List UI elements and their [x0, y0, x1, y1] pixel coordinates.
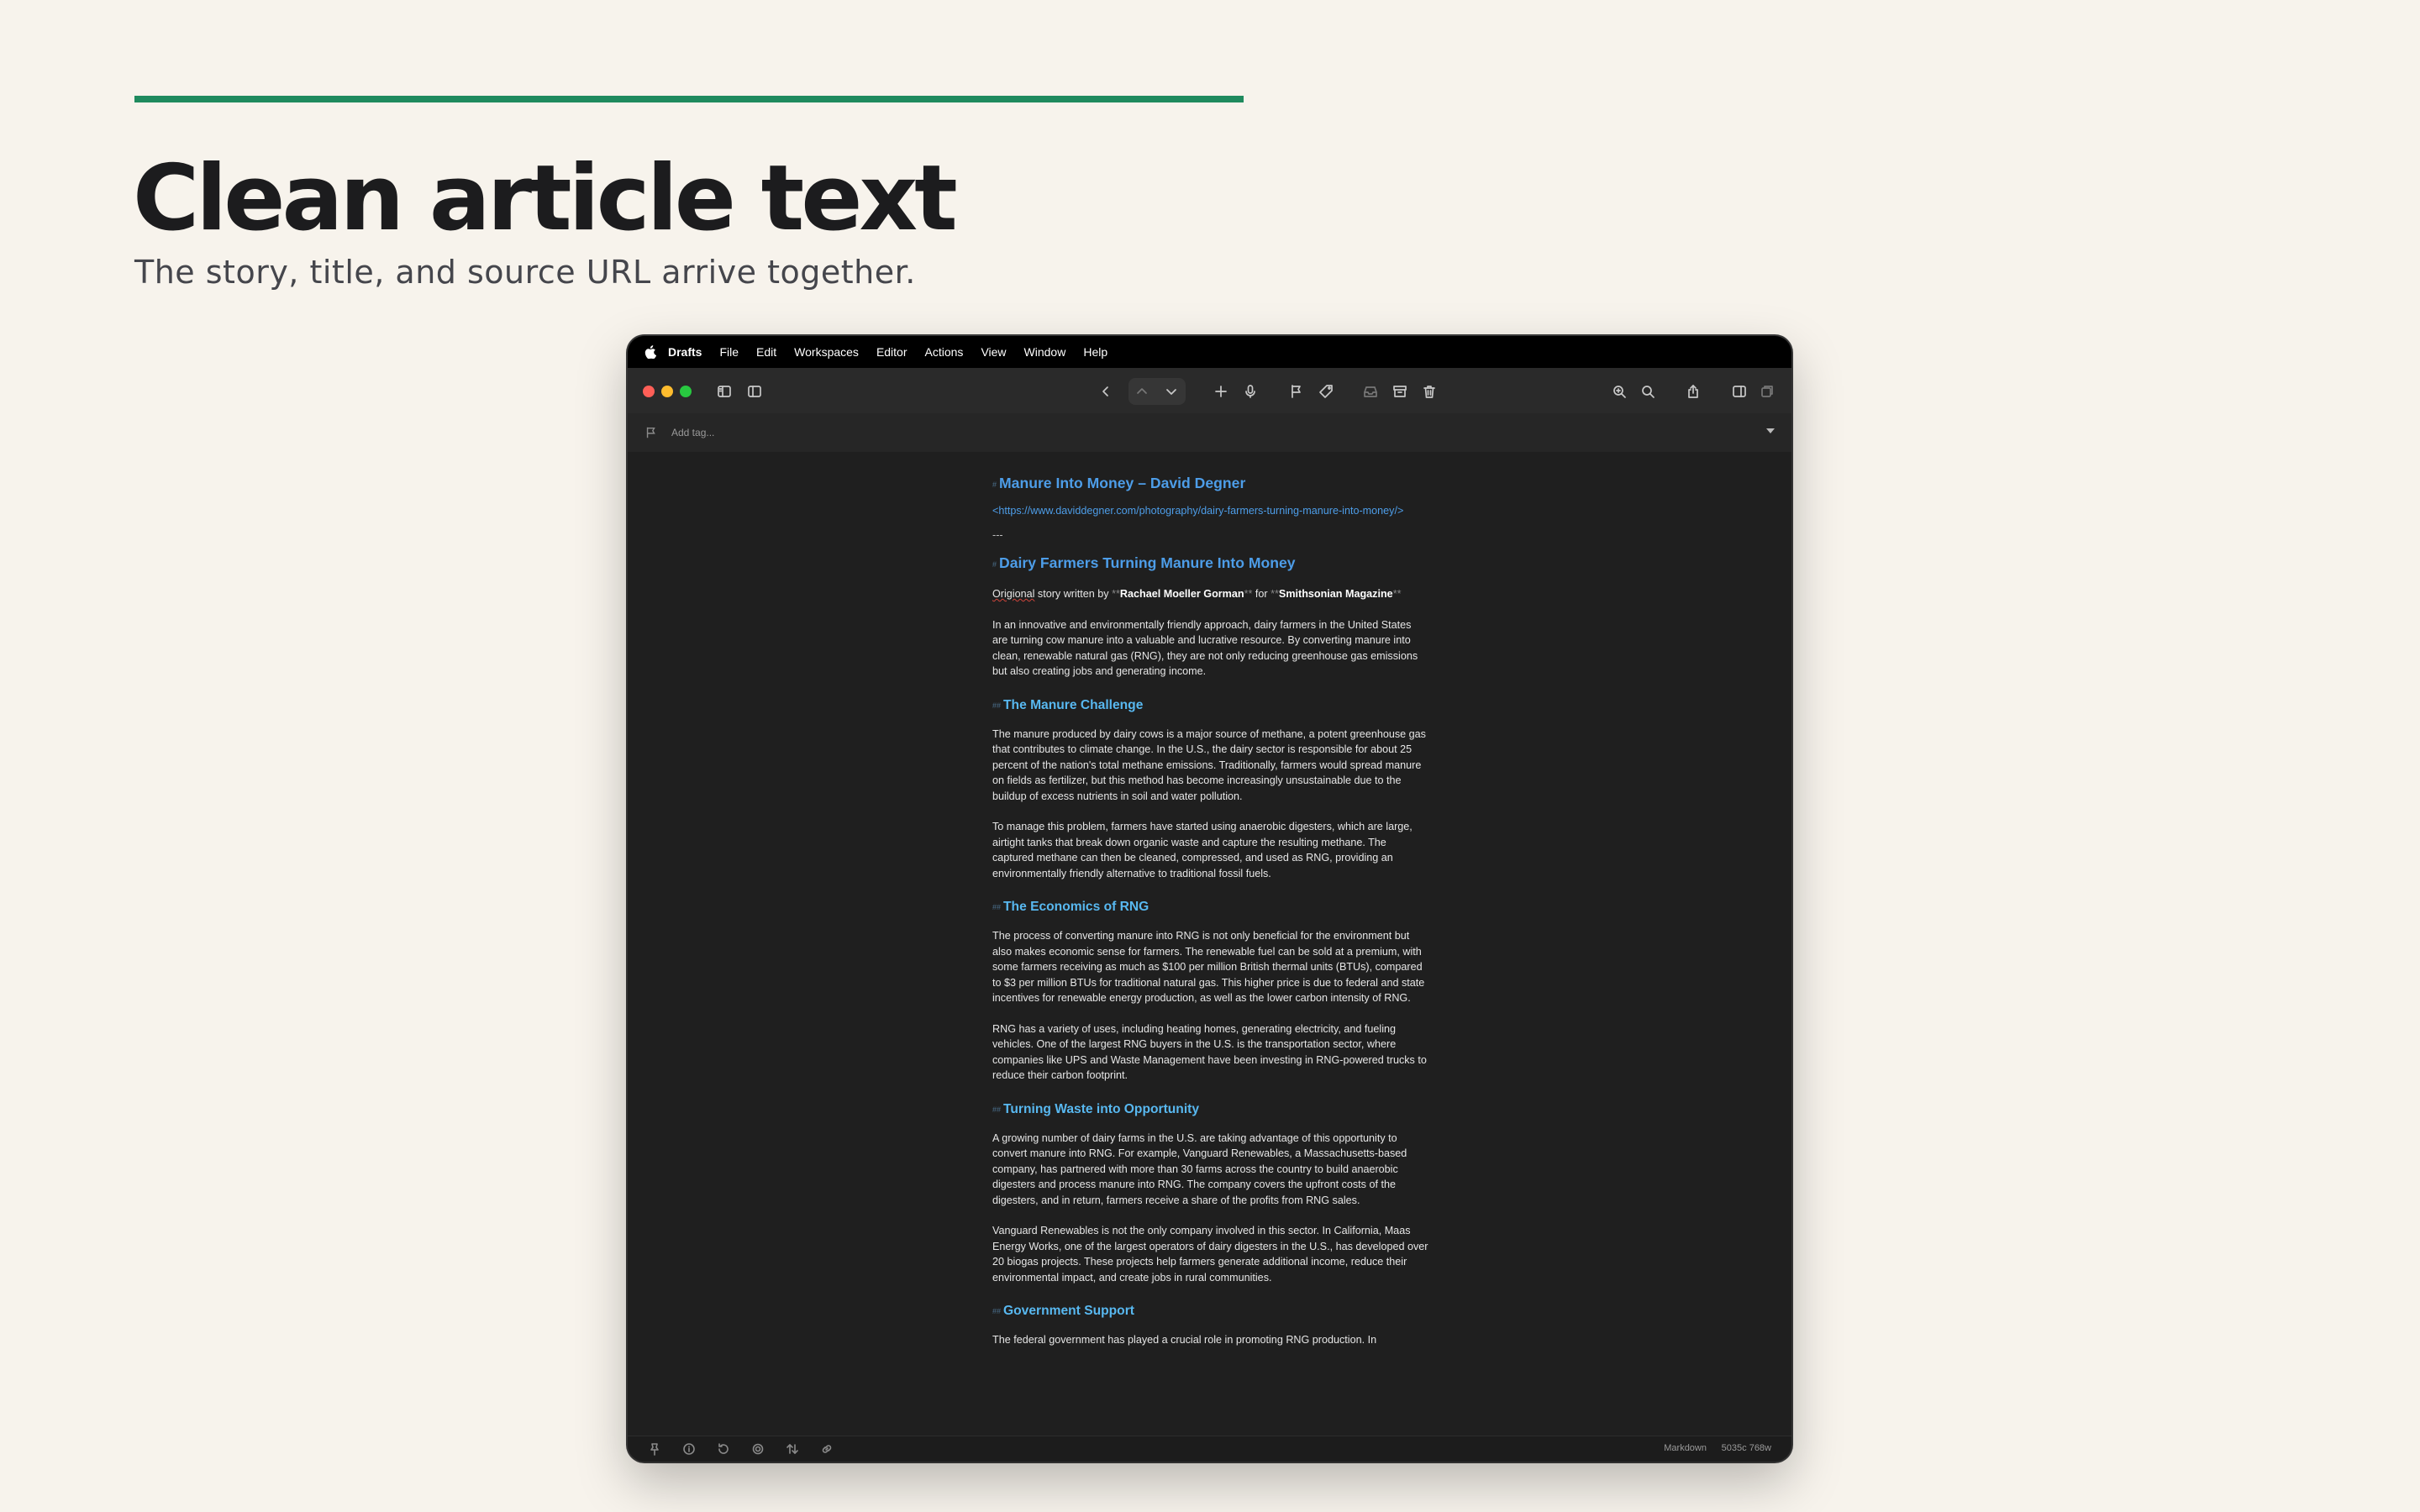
- paragraph: The manure produced by dairy cows is a m…: [992, 727, 1426, 802]
- syntax-label[interactable]: Markdown: [1664, 1443, 1707, 1453]
- paragraph: To manage this problem, farmers have sta…: [992, 821, 1413, 879]
- chevron-down-icon[interactable]: [1766, 428, 1775, 433]
- archive-icon[interactable]: [1389, 381, 1411, 402]
- sidebar-left-icon[interactable]: [713, 381, 735, 402]
- search-icon[interactable]: [1637, 381, 1659, 402]
- sort-icon[interactable]: [786, 1442, 799, 1456]
- share-icon[interactable]: [1682, 381, 1704, 402]
- menu-edit[interactable]: Edit: [756, 345, 776, 359]
- chevron-down-icon[interactable]: [1160, 381, 1182, 402]
- section-heading: ## Turning Waste into Opportunity: [992, 1101, 1200, 1116]
- link-icon[interactable]: [820, 1442, 834, 1456]
- inbox-icon[interactable]: [1360, 381, 1381, 402]
- menu-app-drafts[interactable]: Drafts: [668, 345, 702, 359]
- trash-icon[interactable]: [1418, 381, 1440, 402]
- section-heading: ## Government Support: [992, 1304, 1134, 1318]
- document-title: # Manure Into Money – David Degner: [992, 475, 1246, 491]
- add-tag-input[interactable]: Add tag...: [671, 427, 714, 438]
- menu-actions[interactable]: Actions: [925, 345, 964, 359]
- chevron-left-icon[interactable]: [1095, 381, 1117, 402]
- article-heading: # Dairy Farmers Turning Manure Into Money: [992, 554, 1296, 571]
- menu-file[interactable]: File: [719, 345, 739, 359]
- flag-icon[interactable]: [1286, 381, 1307, 402]
- flag-icon: [646, 427, 655, 438]
- section-heading: ## The Manure Challenge: [992, 697, 1144, 712]
- split-view-icon[interactable]: [1728, 381, 1750, 402]
- byline: Origional story written by **Rachael Moe…: [992, 588, 1402, 600]
- paragraph: RNG has a variety of uses, including hea…: [992, 1022, 1427, 1082]
- menu-help[interactable]: Help: [1083, 345, 1107, 359]
- paragraph: Vanguard Renewables is not the only comp…: [992, 1225, 1428, 1284]
- source-url[interactable]: <https://www.daviddegner.com/photography…: [992, 503, 1429, 519]
- page-subtitle: The story, title, and source URL arrive …: [134, 254, 916, 291]
- apple-icon[interactable]: [644, 345, 656, 359]
- info-icon[interactable]: [682, 1442, 696, 1456]
- accent-rule: [134, 96, 1244, 102]
- menu-view[interactable]: View: [981, 345, 1006, 359]
- close-window-button[interactable]: [643, 386, 655, 397]
- window-icon[interactable]: [1756, 381, 1778, 402]
- horizontal-rule: ---: [992, 528, 1003, 541]
- toolbar: [628, 368, 1791, 414]
- zoom-in-icon[interactable]: [1608, 381, 1630, 402]
- editor-area[interactable]: # Manure Into Money – David Degner <https…: [628, 452, 1791, 1436]
- paragraph: A growing number of dairy farms in the U…: [992, 1131, 1407, 1206]
- tag-bar: Add tag...: [628, 413, 1791, 453]
- status-bar: Markdown 5035c 768w: [628, 1436, 1791, 1462]
- sidebar-icon[interactable]: [744, 381, 765, 402]
- history-icon[interactable]: [717, 1442, 730, 1456]
- tag-icon[interactable]: [1315, 381, 1337, 402]
- intro-paragraph: In an innovative and environmentally fri…: [992, 618, 1418, 678]
- gear-icon[interactable]: [751, 1442, 765, 1456]
- minimize-window-button[interactable]: [661, 386, 673, 397]
- paragraph: The federal government has played a cruc…: [992, 1334, 1377, 1346]
- document-body: # Manure Into Money – David Degner <https…: [992, 452, 1429, 1348]
- paragraph: The process of converting manure into RN…: [992, 930, 1425, 1004]
- menu-window[interactable]: Window: [1024, 345, 1066, 359]
- section-heading: ## The Economics of RNG: [992, 900, 1150, 914]
- menu-bar: Drafts File Edit Workspaces Editor Actio…: [628, 336, 1791, 368]
- microphone-icon[interactable]: [1239, 381, 1261, 402]
- zoom-window-button[interactable]: [680, 386, 692, 397]
- menu-workspaces[interactable]: Workspaces: [794, 345, 859, 359]
- app-window: Drafts File Edit Workspaces Editor Actio…: [628, 336, 1791, 1462]
- plus-icon[interactable]: [1210, 381, 1232, 402]
- menu-editor[interactable]: Editor: [876, 345, 908, 359]
- pin-icon[interactable]: [648, 1442, 661, 1456]
- character-word-count: 5035c 768w: [1721, 1443, 1771, 1453]
- page-title: Clean article text: [133, 146, 958, 251]
- chevron-up-icon[interactable]: [1131, 381, 1153, 402]
